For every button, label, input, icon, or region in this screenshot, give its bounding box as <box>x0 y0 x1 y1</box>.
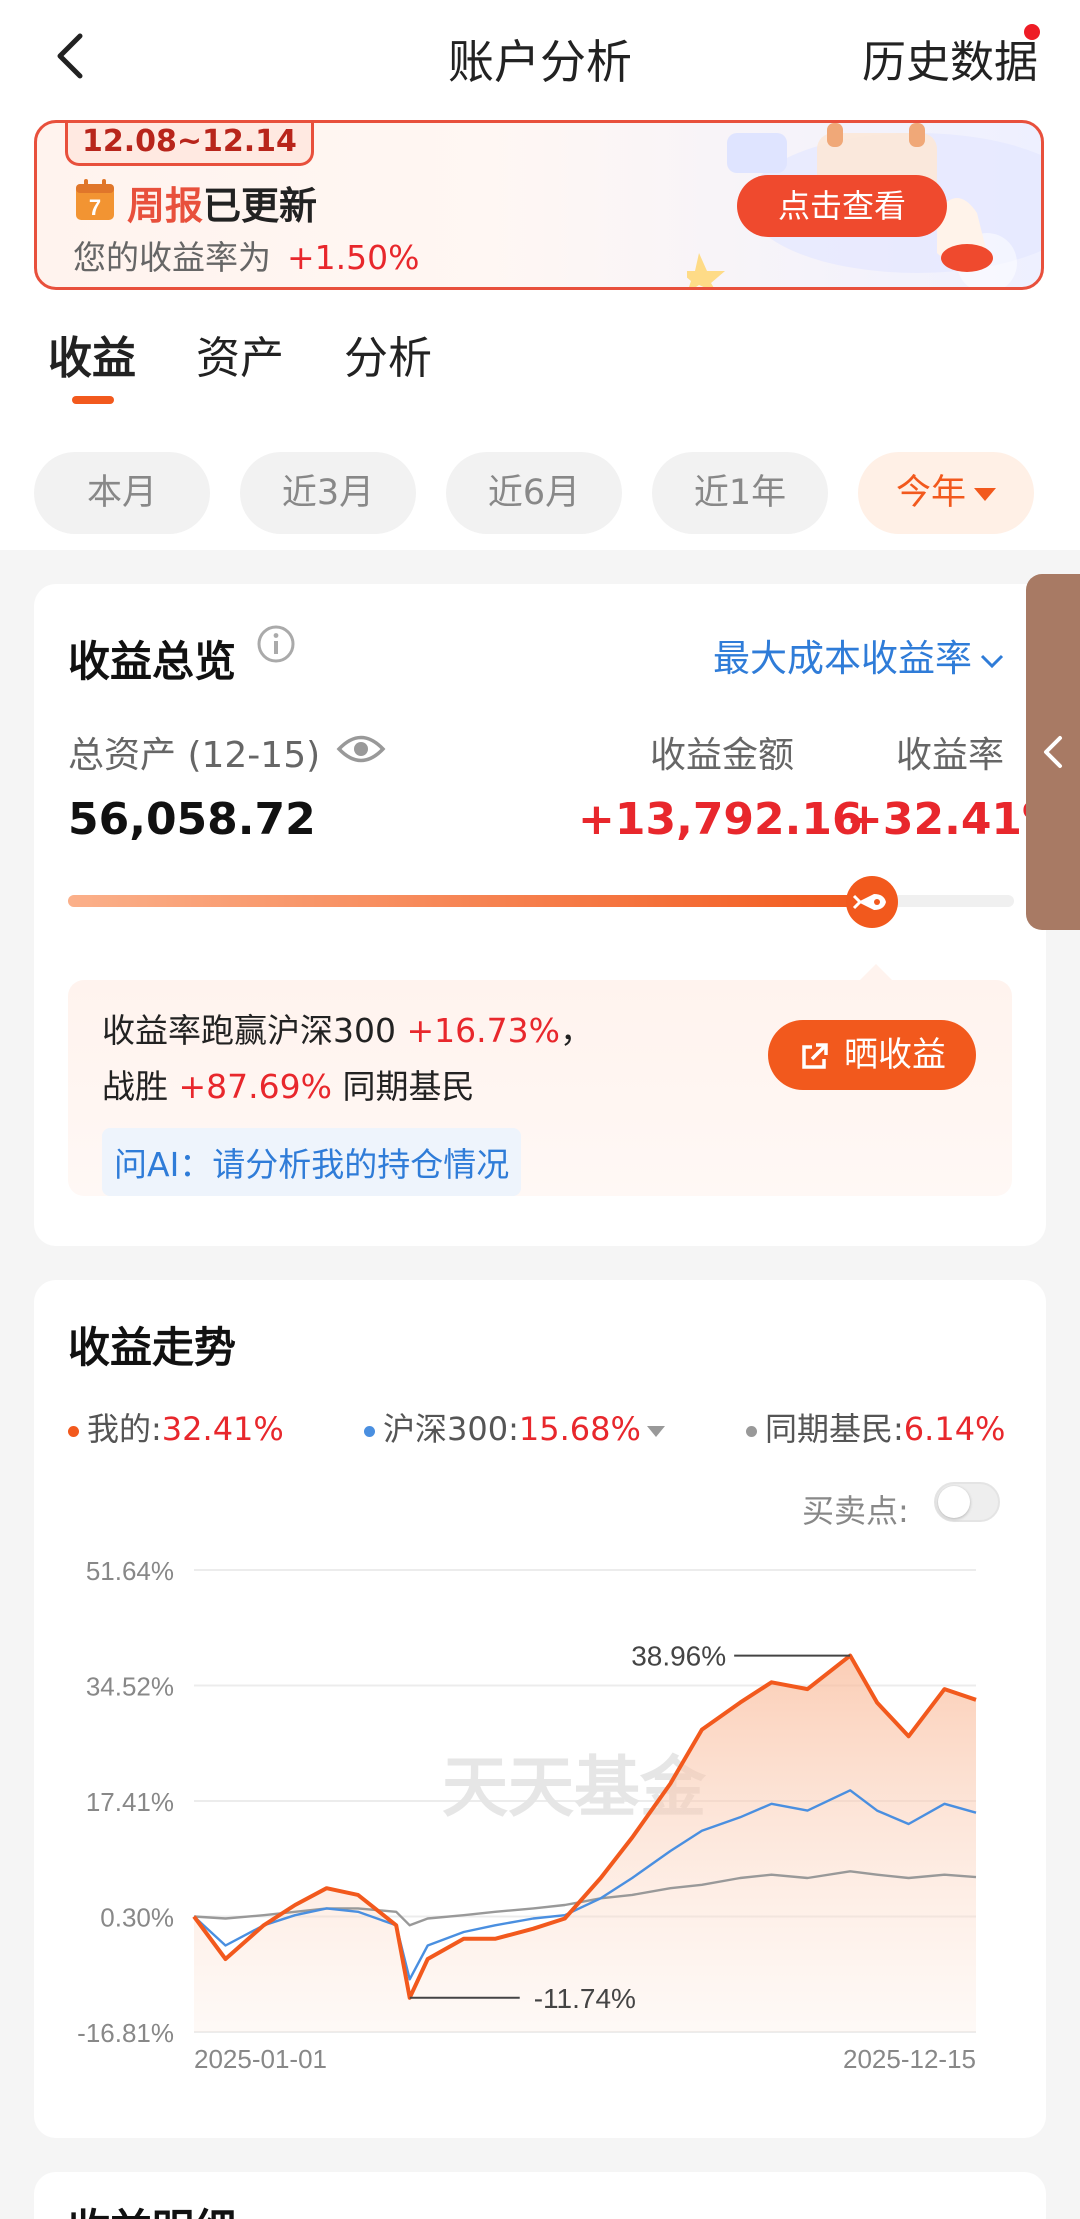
ai-prompt-chip[interactable]: 问AI：请分析我的持仓情况 <box>102 1128 522 1196</box>
profit-trend-chart[interactable]: 51.64%34.52%17.41%0.30%-16.81%天天基金38.96%… <box>34 1280 1046 2138</box>
share-icon <box>802 1042 828 1069</box>
x-tick-label-start: 2025-01-01 <box>194 2044 327 2074</box>
x-tick-label-end: 2025-12-15 <box>843 2044 976 2074</box>
y-tick-label: 0.30% <box>100 1903 174 1933</box>
active-tab-indicator <box>72 396 114 404</box>
compare-suffix-2: 同期基民 <box>331 1067 475 1106</box>
banner-subtitle-text: 您的收益率为 <box>73 238 271 277</box>
y-tick-label: 17.41% <box>86 1787 174 1817</box>
banner-rate: +1.50% <box>287 238 420 277</box>
y-tick-label: 34.52% <box>86 1672 174 1702</box>
info-icon[interactable] <box>256 624 296 664</box>
dropdown-triangle-icon <box>974 487 996 501</box>
share-profit-label: 晒收益 <box>844 1035 946 1075</box>
rocket-icon <box>846 876 898 928</box>
profit-rate-label: 收益率 <box>896 735 1005 776</box>
chevron-left-icon <box>1044 736 1062 768</box>
share-profit-button[interactable]: 晒收益 <box>768 1020 976 1090</box>
overview-title: 收益总览 <box>68 637 237 686</box>
min-value-label: -11.74% <box>534 1983 636 2014</box>
view-report-button[interactable]: 点击查看 <box>737 175 947 237</box>
compare-suffix-1: ， <box>559 1011 593 1050</box>
profit-progress-fill <box>68 895 873 907</box>
total-assets-value: 56,058.72 <box>68 794 316 845</box>
benchmark-compare-box: 收益率跑赢沪深300 +16.73%， 战胜 +87.69% 同期基民 晒收益 … <box>68 980 1012 1196</box>
range-1-year[interactable]: 近1年 <box>652 452 828 534</box>
compare-value-peers: +87.69% <box>178 1067 332 1106</box>
calendar-icon: 7 <box>76 179 114 220</box>
banner-title: 周报已更新 <box>127 175 317 230</box>
eye-icon[interactable] <box>336 732 386 766</box>
compare-value-hs300: +16.73% <box>406 1011 560 1050</box>
range-this-year[interactable]: 今年 <box>858 452 1034 534</box>
banner-title-highlight: 周报 <box>127 184 204 228</box>
banner-date-range: 12.08~12.14 <box>65 123 314 166</box>
tab-profit[interactable]: 收益 <box>48 322 136 386</box>
trend-card: 收益走势 我的:32.41% 沪深300:15.68% 同期基民:6.14% 买… <box>34 1280 1046 2138</box>
total-assets-label: 总资产 (12-15) <box>68 735 321 776</box>
banner-subtitle: 您的收益率为 +1.50% <box>73 231 419 279</box>
chevron-down-icon <box>980 654 1004 668</box>
profit-detail-card: 收益明细 <box>34 2172 1046 2219</box>
notification-dot <box>1024 24 1040 40</box>
tab-analysis[interactable]: 分析 <box>344 322 432 386</box>
profit-amount-value: +13,792.16 <box>578 794 863 845</box>
range-this-year-label: 今年 <box>895 473 966 513</box>
profit-amount-label: 收益金额 <box>650 735 795 776</box>
range-this-month[interactable]: 本月 <box>34 452 210 534</box>
top-bar: 账户分析 历史数据 <box>0 0 1080 110</box>
history-data-link[interactable]: 历史数据 <box>862 26 1038 90</box>
profit-detail-title: 收益明细 <box>68 2196 236 2219</box>
compare-line-1: 收益率跑赢沪深300 +16.73%， <box>102 1004 593 1052</box>
overview-card: 收益总览 最大成本收益率 总资产 (12-15) 收益金额 收益率 56,058… <box>34 584 1066 1246</box>
range-3-months[interactable]: 近3月 <box>240 452 416 534</box>
y-tick-label: 51.64% <box>86 1556 174 1586</box>
basis-dropdown[interactable]: 最大成本收益率 <box>713 628 1006 682</box>
range-6-months[interactable]: 近6月 <box>446 452 622 534</box>
y-tick-label: -16.81% <box>77 2018 174 2048</box>
max-value-label: 38.96% <box>631 1641 726 1672</box>
tab-assets[interactable]: 资产 <box>196 322 284 386</box>
compare-prefix-2: 战胜 <box>102 1067 179 1106</box>
calendar-icon-label: 7 <box>89 195 101 220</box>
side-collapse-tab[interactable] <box>1026 574 1080 930</box>
banner-title-rest: 已更新 <box>203 184 318 228</box>
compare-prefix-1: 收益率跑赢沪深300 <box>102 1011 407 1050</box>
weekly-report-banner[interactable]: 12.08~12.14 7 周报已更新 您的收益率为 +1.50% 点击查看 <box>34 120 1044 290</box>
compare-line-2: 战胜 +87.69% 同期基民 <box>102 1060 474 1108</box>
series-area-mine <box>194 1655 976 2032</box>
basis-dropdown-label: 最大成本收益率 <box>713 637 972 680</box>
